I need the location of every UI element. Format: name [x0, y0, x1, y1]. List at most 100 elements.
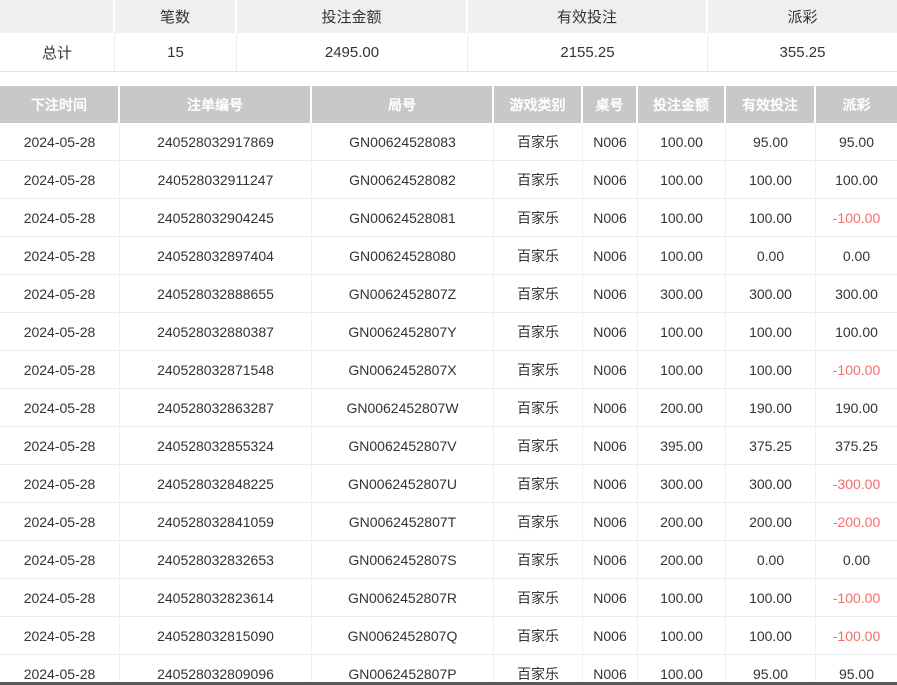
summary-header-blank — [0, 0, 115, 33]
bet-amount-cell: 100.00 — [638, 313, 726, 351]
table-no-cell: N006 — [583, 275, 638, 313]
table-no-cell: N006 — [583, 351, 638, 389]
bet-amount-cell: 100.00 — [638, 237, 726, 275]
table-row: 2024-05-28240528032815090GN0062452807Q百家… — [0, 617, 897, 655]
bet-id-cell: 240528032880387 — [120, 313, 312, 351]
bet-time-cell: 2024-05-28 — [0, 313, 120, 351]
game-type-cell: 百家乐 — [494, 351, 583, 389]
table-row: 2024-05-28240528032823614GN0062452807R百家… — [0, 579, 897, 617]
game-type-cell: 百家乐 — [494, 579, 583, 617]
bet-time-cell: 2024-05-28 — [0, 427, 120, 465]
records-header-game-type: 游戏类别 — [494, 86, 583, 123]
bet-id-cell: 240528032823614 — [120, 579, 312, 617]
records-header-bet-time: 下注时间 — [0, 86, 120, 123]
game-type-cell: 百家乐 — [494, 541, 583, 579]
round-id-cell: GN0062452807X — [312, 351, 494, 389]
payout-cell: 100.00 — [816, 313, 897, 351]
bet-time-cell: 2024-05-28 — [0, 161, 120, 199]
table-row: 2024-05-28240528032904245GN00624528081百家… — [0, 199, 897, 237]
round-id-cell: GN0062452807T — [312, 503, 494, 541]
table-row: 2024-05-28240528032911247GN00624528082百家… — [0, 161, 897, 199]
bet-amount-cell: 100.00 — [638, 199, 726, 237]
table-row: 2024-05-28240528032917869GN00624528083百家… — [0, 123, 897, 161]
table-row: 2024-05-28240528032848225GN0062452807U百家… — [0, 465, 897, 503]
table-no-cell: N006 — [583, 123, 638, 161]
valid-bet-cell: 100.00 — [726, 579, 816, 617]
summary-total-valid-bet: 2155.25 — [468, 33, 708, 72]
table-row: 2024-05-28240528032897404GN00624528080百家… — [0, 237, 897, 275]
bet-id-cell: 240528032832653 — [120, 541, 312, 579]
bet-time-cell: 2024-05-28 — [0, 655, 120, 685]
bet-time-cell: 2024-05-28 — [0, 541, 120, 579]
bet-amount-cell: 100.00 — [638, 351, 726, 389]
round-id-cell: GN0062452807W — [312, 389, 494, 427]
records-header-bet-id: 注单编号 — [120, 86, 312, 123]
round-id-cell: GN0062452807R — [312, 579, 494, 617]
records-table-body: 2024-05-28240528032917869GN00624528083百家… — [0, 123, 897, 685]
payout-cell: 0.00 — [816, 541, 897, 579]
table-no-cell: N006 — [583, 503, 638, 541]
bet-id-cell: 240528032871548 — [120, 351, 312, 389]
table-row: 2024-05-28240528032832653GN0062452807S百家… — [0, 541, 897, 579]
bet-amount-cell: 300.00 — [638, 465, 726, 503]
valid-bet-cell: 95.00 — [726, 655, 816, 685]
bet-id-cell: 240528032815090 — [120, 617, 312, 655]
bet-id-cell: 240528032911247 — [120, 161, 312, 199]
game-type-cell: 百家乐 — [494, 313, 583, 351]
valid-bet-cell: 300.00 — [726, 465, 816, 503]
game-type-cell: 百家乐 — [494, 465, 583, 503]
bet-amount-cell: 300.00 — [638, 275, 726, 313]
payout-cell: 95.00 — [816, 655, 897, 685]
bet-id-cell: 240528032904245 — [120, 199, 312, 237]
payout-cell: 300.00 — [816, 275, 897, 313]
bet-id-cell: 240528032855324 — [120, 427, 312, 465]
table-no-cell: N006 — [583, 389, 638, 427]
round-id-cell: GN00624528083 — [312, 123, 494, 161]
bet-time-cell: 2024-05-28 — [0, 389, 120, 427]
game-type-cell: 百家乐 — [494, 161, 583, 199]
game-type-cell: 百家乐 — [494, 503, 583, 541]
round-id-cell: GN0062452807U — [312, 465, 494, 503]
valid-bet-cell: 100.00 — [726, 351, 816, 389]
round-id-cell: GN0062452807S — [312, 541, 494, 579]
game-type-cell: 百家乐 — [494, 199, 583, 237]
round-id-cell: GN00624528082 — [312, 161, 494, 199]
table-row: 2024-05-28240528032888655GN0062452807Z百家… — [0, 275, 897, 313]
payout-cell: -100.00 — [816, 199, 897, 237]
round-id-cell: GN0062452807P — [312, 655, 494, 685]
records-header-round-id: 局号 — [312, 86, 494, 123]
round-id-cell: GN0062452807V — [312, 427, 494, 465]
bet-time-cell: 2024-05-28 — [0, 237, 120, 275]
bet-id-cell: 240528032888655 — [120, 275, 312, 313]
bet-id-cell: 240528032809096 — [120, 655, 312, 685]
table-no-cell: N006 — [583, 313, 638, 351]
bet-time-cell: 2024-05-28 — [0, 465, 120, 503]
table-no-cell: N006 — [583, 465, 638, 503]
table-row: 2024-05-28240528032855324GN0062452807V百家… — [0, 427, 897, 465]
payout-cell: 375.25 — [816, 427, 897, 465]
table-no-cell: N006 — [583, 541, 638, 579]
table-no-cell: N006 — [583, 237, 638, 275]
bet-amount-cell: 100.00 — [638, 123, 726, 161]
bet-amount-cell: 100.00 — [638, 617, 726, 655]
game-type-cell: 百家乐 — [494, 237, 583, 275]
records-header-table-no: 桌号 — [583, 86, 638, 123]
records-header-bet-amount: 投注金额 — [638, 86, 726, 123]
valid-bet-cell: 95.00 — [726, 123, 816, 161]
valid-bet-cell: 100.00 — [726, 617, 816, 655]
table-row: 2024-05-28240528032863287GN0062452807W百家… — [0, 389, 897, 427]
valid-bet-cell: 0.00 — [726, 237, 816, 275]
table-no-cell: N006 — [583, 161, 638, 199]
game-type-cell: 百家乐 — [494, 427, 583, 465]
valid-bet-cell: 0.00 — [726, 541, 816, 579]
bet-amount-cell: 200.00 — [638, 541, 726, 579]
payout-cell: -300.00 — [816, 465, 897, 503]
valid-bet-cell: 100.00 — [726, 161, 816, 199]
summary-header-valid-bet: 有效投注 — [468, 0, 708, 33]
table-no-cell: N006 — [583, 579, 638, 617]
bet-id-cell: 240528032863287 — [120, 389, 312, 427]
summary-total-bet-amount: 2495.00 — [237, 33, 468, 72]
bet-time-cell: 2024-05-28 — [0, 617, 120, 655]
betting-records-page: 笔数 投注金额 有效投注 派彩 总计 15 2495.00 2155.25 35… — [0, 0, 897, 685]
table-row: 2024-05-28240528032871548GN0062452807X百家… — [0, 351, 897, 389]
